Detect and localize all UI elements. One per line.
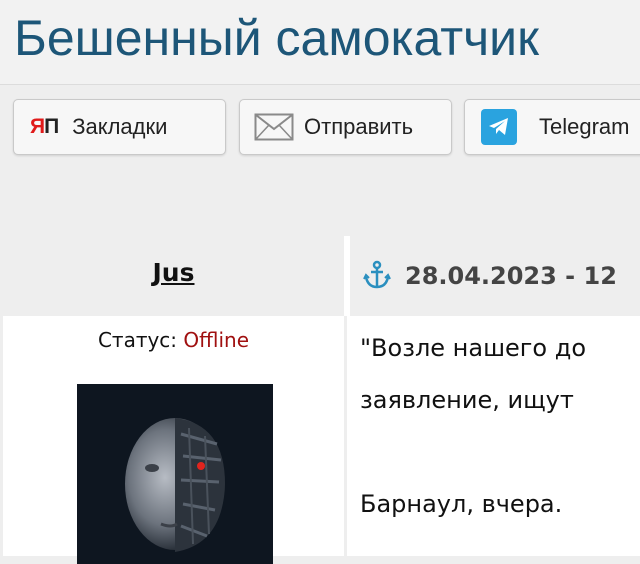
post-text-line: заявление, ищут — [360, 386, 574, 414]
status-label: Статус: — [97, 328, 178, 352]
send-label: Отправить — [304, 114, 414, 139]
share-toolbar: ЯП Закладки Отправить Telegram — [0, 85, 640, 173]
status-value: Offline — [183, 328, 250, 352]
page-title: Бешенный самокатчик — [14, 10, 539, 66]
post-header: 28.04.2023 - 12 — [350, 236, 640, 316]
author-name-link[interactable]: Jus — [3, 258, 344, 287]
post-date: 28.04.2023 - 12 — [405, 262, 617, 290]
bookmarks-label: Закладки — [72, 114, 168, 139]
post-content: "Возле нашего до заявление, ищут Барнаул… — [350, 316, 640, 556]
envelope-icon — [254, 113, 294, 141]
yaplakal-logo-icon: ЯП — [30, 115, 59, 138]
post-text-line: Барнаул, вчера. — [360, 490, 563, 518]
telegram-icon — [481, 109, 517, 145]
post-table: Jus 28.04.2023 - 12 Статус: Offline "Воз… — [3, 236, 640, 564]
bookmarks-button[interactable]: ЯП Закладки — [13, 99, 226, 155]
page-header: Бешенный самокатчик — [0, 0, 640, 85]
author-info: Статус: Offline — [3, 316, 347, 564]
anchor-icon[interactable] — [362, 260, 392, 294]
author-status: Статус: Offline — [3, 328, 344, 352]
telegram-button[interactable]: Telegram — [464, 99, 640, 155]
telegram-label: Telegram — [539, 114, 630, 139]
author-header: Jus — [3, 236, 347, 316]
avatar[interactable] — [77, 384, 273, 564]
send-button[interactable]: Отправить — [239, 99, 452, 155]
post-text-line: "Возле нашего до — [360, 334, 587, 362]
